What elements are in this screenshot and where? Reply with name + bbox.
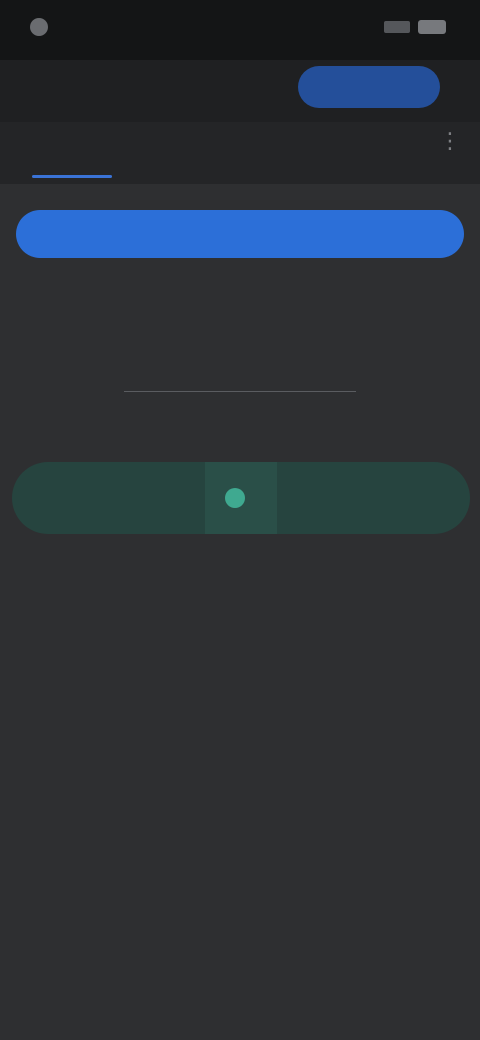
status-dot-icon xyxy=(225,488,245,508)
app-icon xyxy=(30,18,48,36)
tab-bar xyxy=(0,122,480,184)
app-screen: ⋮ xyxy=(0,0,480,1040)
tab-4[interactable] xyxy=(322,122,414,184)
teal-button-content xyxy=(205,462,277,534)
link-text[interactable] xyxy=(124,362,356,392)
status-right xyxy=(384,20,446,34)
tab-2[interactable] xyxy=(140,122,224,184)
status-bar xyxy=(0,0,480,60)
status-left xyxy=(30,18,58,36)
battery-icon xyxy=(418,20,446,34)
tab-3[interactable] xyxy=(240,122,312,184)
header-action-button[interactable] xyxy=(298,66,440,108)
more-icon[interactable]: ⋮ xyxy=(430,126,470,156)
primary-button[interactable] xyxy=(16,210,464,258)
tab-1[interactable] xyxy=(22,122,122,184)
teal-action-button[interactable] xyxy=(12,462,470,534)
signal-icon xyxy=(384,21,410,33)
